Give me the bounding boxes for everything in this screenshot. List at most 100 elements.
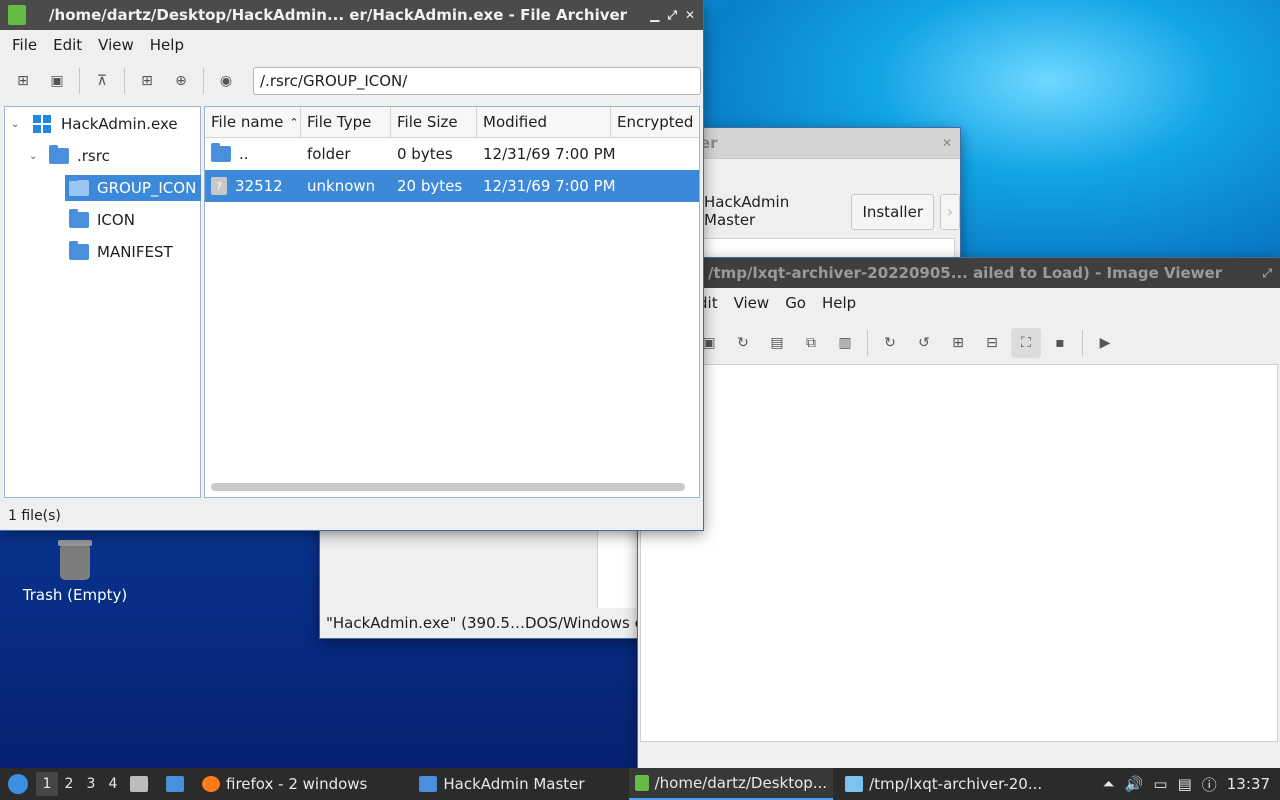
cell-modified: 12/31/69 7:00 PM: [483, 177, 616, 195]
fit-window-icon[interactable]: ⛶: [1011, 328, 1041, 358]
column-header-size[interactable]: File Size: [391, 107, 477, 137]
start-menu-button[interactable]: [0, 768, 36, 800]
copy-icon[interactable]: ⧉: [796, 328, 826, 358]
stop-icon[interactable]: ◉: [211, 66, 241, 96]
quicklaunch-desktop[interactable]: [160, 768, 196, 800]
folder-icon: [69, 241, 89, 260]
tree-label-rsrc: .rsrc: [77, 147, 110, 165]
firefox-icon: [202, 776, 220, 792]
tray-up-arrow-icon[interactable]: ⏶: [1103, 775, 1115, 793]
network-icon[interactable]: ▭: [1153, 775, 1167, 793]
toolbar-separator: [1082, 330, 1083, 356]
file-archiver-window[interactable]: /home/dartz/Desktop/HackAdmin... er/Hack…: [0, 0, 703, 530]
trash-icon: [58, 540, 92, 580]
menu-help[interactable]: Help: [142, 36, 192, 54]
tree-item-group-icon[interactable]: GROUP_ICON: [65, 175, 201, 201]
clock[interactable]: 13:37: [1227, 775, 1270, 793]
trash-desktop-icon[interactable]: Trash (Empty): [20, 540, 130, 604]
show-desktop-icon: [166, 776, 184, 792]
tree-label-root: HackAdmin.exe: [61, 115, 178, 133]
menu-file[interactable]: File: [4, 36, 45, 54]
table-row-selected[interactable]: ? 32512 unknown 20 bytes 12/31/69 7:00 P…: [205, 170, 699, 202]
expand-arrow-icon[interactable]: ⌄: [11, 119, 25, 130]
folder-icon: [211, 143, 231, 162]
archiver-app-icon: [8, 5, 26, 25]
original-size-icon[interactable]: ▪: [1045, 328, 1075, 358]
task-file-archiver[interactable]: /home/dartz/Desktop...: [628, 768, 834, 800]
zoom-out-icon[interactable]: ⊟: [977, 328, 1007, 358]
slideshow-play-icon[interactable]: ▶: [1090, 328, 1120, 358]
zoom-in-icon[interactable]: ⊞: [943, 328, 973, 358]
workspace-1[interactable]: 1: [36, 772, 58, 796]
save-icon[interactable]: ▤: [762, 328, 792, 358]
tree-item-manifest[interactable]: MANIFEST: [69, 239, 173, 265]
workspace-2[interactable]: 2: [58, 772, 80, 796]
sort-ascending-icon: ⌃: [289, 115, 299, 129]
quicklaunch-files[interactable]: [124, 768, 160, 800]
file-list-header: File name ⌃ File Type File Size Modified …: [205, 107, 699, 138]
file-manager-icon: [130, 776, 148, 792]
menu-view[interactable]: View: [90, 36, 142, 54]
column-header-modified[interactable]: Modified: [477, 107, 611, 137]
viewer-menu-go[interactable]: Go: [777, 294, 814, 312]
cell-type: unknown: [307, 177, 376, 195]
cell-size: 0 bytes: [397, 145, 453, 163]
workspace-4[interactable]: 4: [102, 772, 124, 796]
rotate-clockwise-icon[interactable]: ↻: [875, 328, 905, 358]
column-header-type[interactable]: File Type: [301, 107, 391, 137]
tab-installer[interactable]: Installer: [851, 194, 934, 230]
table-row[interactable]: .. folder 0 bytes 12/31/69 7:00 PM: [205, 138, 699, 170]
add-files-icon[interactable]: ⊞: [132, 66, 162, 96]
tree-item-icon[interactable]: ICON: [69, 207, 135, 233]
archiver-titlebar[interactable]: /home/dartz/Desktop/HackAdmin... er/Hack…: [0, 0, 703, 30]
task-image-viewer[interactable]: /tmp/lxqt-archiver-20...: [839, 768, 1048, 800]
reload-icon[interactable]: ↻: [728, 328, 758, 358]
paste-icon[interactable]: ▥: [830, 328, 860, 358]
viewer-menu-view[interactable]: View: [726, 294, 778, 312]
viewer-menu-help[interactable]: Help: [814, 294, 864, 312]
notification-icon[interactable]: ⓘ: [1202, 774, 1217, 795]
expand-arrow-icon[interactable]: ⌄: [29, 151, 43, 162]
add-folder-icon[interactable]: ⊕: [166, 66, 196, 96]
rotate-counterclockwise-icon[interactable]: ↺: [909, 328, 939, 358]
viewer-restore-icon[interactable]: ⤢: [1262, 266, 1272, 281]
close-icon[interactable]: ✕: [685, 8, 695, 23]
open-archive-icon[interactable]: ▣: [42, 66, 72, 96]
column-header-name[interactable]: File name ⌃: [205, 107, 301, 137]
tree-item-root[interactable]: ⌄ HackAdmin.exe: [11, 111, 178, 137]
file-list[interactable]: File name ⌃ File Type File Size Modified …: [204, 106, 700, 498]
archiver-toolbar: ⊞ ▣ ⊼ ⊞ ⊕ ◉ /.rsrc/GROUP_ICON/: [0, 60, 703, 102]
tree-label-icon: ICON: [97, 211, 135, 229]
image-viewer-window[interactable]: /tmp/lxqt-archiver-20220905... ailed to …: [638, 258, 1280, 768]
horizontal-scrollbar[interactable]: [211, 483, 685, 491]
taskbar: 1 2 3 4 firefox - 2 windows HackAdmin Ma…: [0, 768, 1280, 800]
cell-type: folder: [307, 145, 351, 163]
folder-icon: [69, 177, 89, 196]
tree-item-rsrc[interactable]: ⌄ .rsrc: [29, 143, 110, 169]
task-firefox[interactable]: firefox - 2 windows: [196, 768, 373, 800]
archiver-title: /home/dartz/Desktop/HackAdmin... er/Hack…: [49, 6, 628, 24]
image-canvas[interactable]: [640, 364, 1278, 742]
folder-tree[interactable]: ⌄ HackAdmin.exe ⌄ .rsrc GROUP_ICON ICON …: [4, 106, 201, 498]
maximize-icon[interactable]: ⤢: [667, 8, 677, 23]
toolbar-separator: [124, 68, 125, 94]
trash-label: Trash (Empty): [22, 586, 128, 604]
workspace-3[interactable]: 3: [80, 772, 102, 796]
cell-size: 20 bytes: [397, 177, 463, 195]
location-path-input[interactable]: /.rsrc/GROUP_ICON/: [253, 67, 701, 95]
viewer-titlebar[interactable]: /tmp/lxqt-archiver-20220905... ailed to …: [638, 258, 1280, 288]
extract-icon[interactable]: ⊼: [87, 66, 117, 96]
column-header-encrypted[interactable]: Encrypted: [611, 107, 699, 137]
volume-icon[interactable]: 🔊: [1125, 775, 1144, 793]
fm-window-buttons[interactable]: ✕: [942, 136, 952, 150]
lxqt-logo-icon: [8, 774, 28, 794]
tree-label-group-icon: GROUP_ICON: [97, 179, 197, 197]
tab-scroll-right-icon[interactable]: ›: [940, 194, 960, 230]
minimize-icon[interactable]: ▁: [650, 8, 659, 23]
clipboard-icon[interactable]: ▤: [1178, 775, 1192, 793]
new-archive-icon[interactable]: ⊞: [8, 66, 38, 96]
menu-edit[interactable]: Edit: [45, 36, 90, 54]
archiver-menubar: File Edit View Help: [0, 30, 703, 60]
task-hackadmin-master[interactable]: HackAdmin Master: [413, 768, 590, 800]
tab-hackadmin-master[interactable]: HackAdmin Master: [698, 193, 845, 229]
